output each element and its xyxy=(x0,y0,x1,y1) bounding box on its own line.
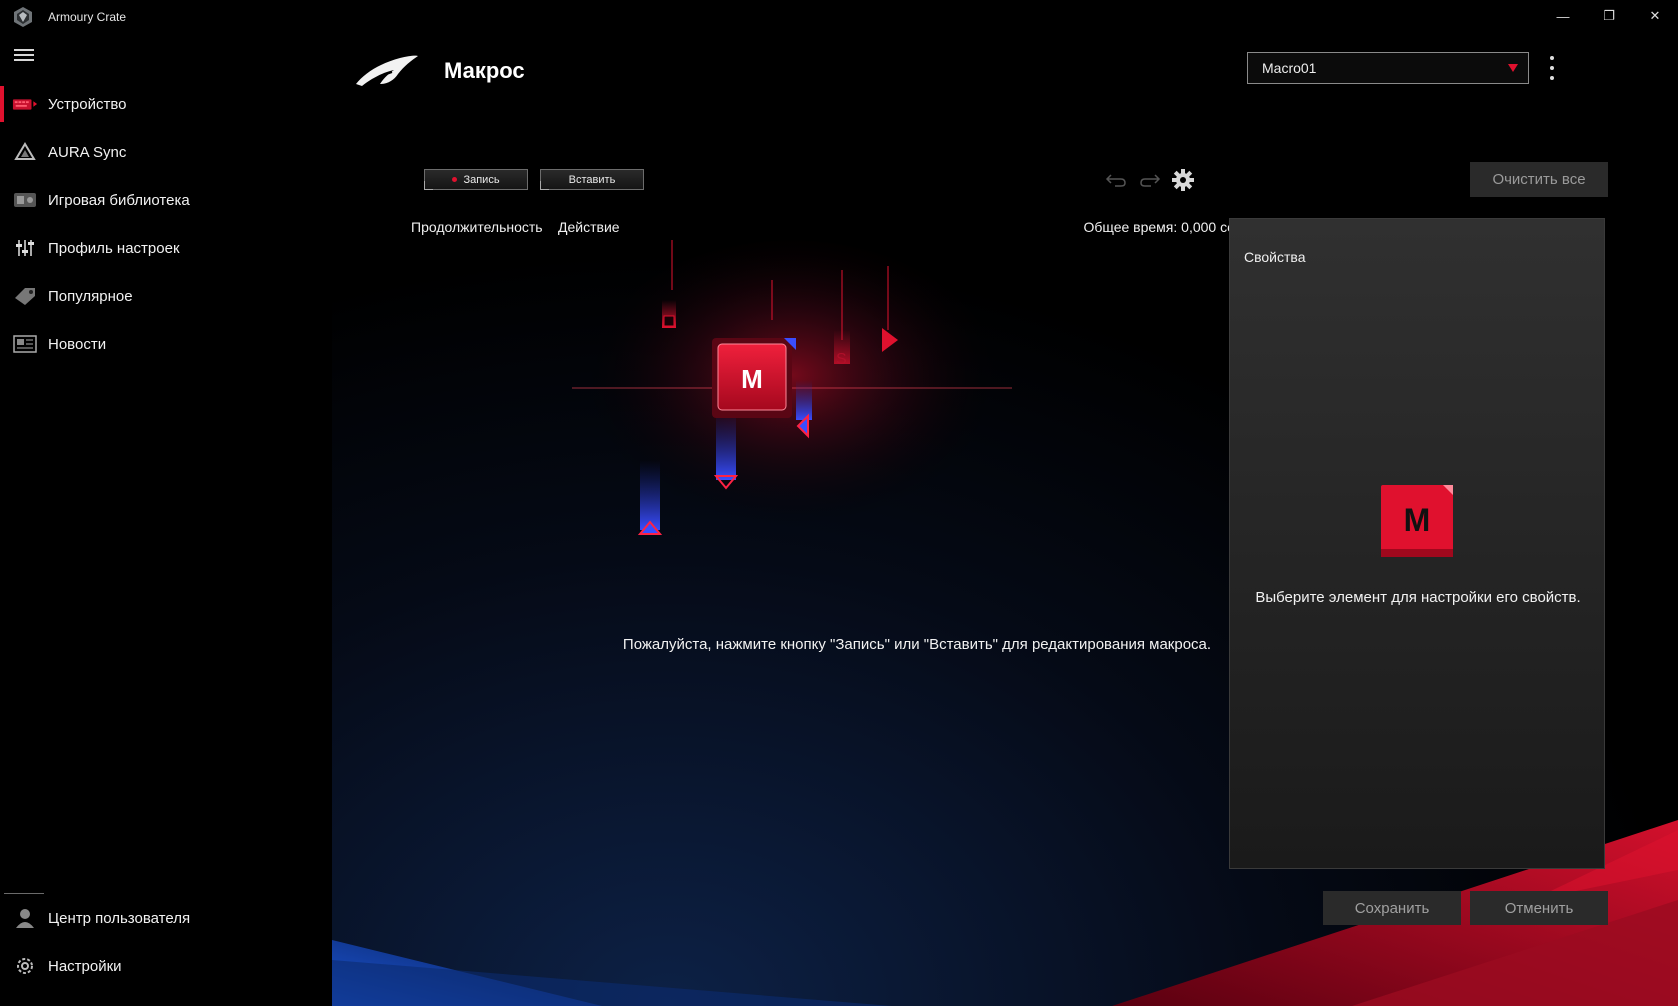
macro-key-icon: M xyxy=(1381,485,1453,557)
sidebar-item-label: Устройство xyxy=(48,95,127,113)
restore-icon[interactable]: ❐ xyxy=(1586,0,1632,32)
column-action: Действие xyxy=(558,219,620,235)
clear-all-button[interactable]: Очистить все xyxy=(1470,162,1608,197)
sidebar: Armoury Crate Устройство AURA Sync Игров… xyxy=(0,0,332,1006)
sidebar-item-label: Настройки xyxy=(48,957,122,975)
sidebar-item-featured[interactable]: Популярное xyxy=(0,272,332,320)
insert-label: Вставить xyxy=(568,173,616,186)
tag-icon xyxy=(12,285,38,307)
hero-key-letter: M xyxy=(741,364,763,394)
gamepad-icon xyxy=(12,189,38,211)
macro-profile-value: Macro01 xyxy=(1262,60,1317,76)
sidebar-item-label: Игровая библиотека xyxy=(48,191,190,209)
insert-button[interactable]: Вставить xyxy=(540,169,644,190)
cancel-button[interactable]: Отменить xyxy=(1470,891,1608,925)
keyboard-icon xyxy=(12,93,38,115)
sidebar-item-label: Профиль настроек xyxy=(48,239,180,257)
sidebar-item-label: Центр пользователя xyxy=(48,909,191,927)
sidebar-nav: Устройство AURA Sync Игровая библиотека … xyxy=(0,80,332,368)
page-title: Макрос xyxy=(444,58,525,83)
record-label: Запись xyxy=(463,173,500,186)
sidebar-item-device[interactable]: Устройство xyxy=(0,80,332,128)
undo-redo-group xyxy=(1104,170,1162,190)
undo-icon[interactable] xyxy=(1104,170,1128,190)
main-content: Макрос Macro01 Запись Вставить Очистить … xyxy=(332,0,1678,1006)
properties-panel: Свойства M Выберите элемент для настройк… xyxy=(1229,218,1605,869)
sidebar-item-aura-sync[interactable]: AURA Sync xyxy=(0,128,332,176)
total-time: Общее время: 0,000 сек xyxy=(1083,219,1241,235)
svg-text:S: S xyxy=(836,351,847,368)
hamburger-menu-icon[interactable] xyxy=(14,49,34,63)
user-icon xyxy=(12,907,38,929)
sidebar-bottom-nav: Центр пользователя Настройки xyxy=(0,894,332,990)
properties-key-letter: M xyxy=(1404,502,1431,538)
active-indicator xyxy=(0,86,4,122)
aura-icon xyxy=(12,141,38,163)
sidebar-item-settings[interactable]: Настройки xyxy=(0,942,332,990)
app-title: Armoury Crate xyxy=(48,10,127,24)
macro-illustration: S M xyxy=(572,240,1012,540)
more-options-icon[interactable] xyxy=(1547,56,1557,80)
rog-logo-icon xyxy=(356,55,418,86)
record-dot-icon xyxy=(452,177,458,182)
armoury-crate-logo-icon xyxy=(14,7,32,27)
sliders-icon xyxy=(12,237,38,259)
news-icon xyxy=(12,333,38,355)
settings-gear-icon[interactable] xyxy=(1171,168,1195,192)
properties-title: Свойства xyxy=(1244,249,1306,265)
properties-hint: Выберите элемент для настройки его свойс… xyxy=(1255,589,1581,606)
redo-icon[interactable] xyxy=(1138,170,1162,190)
sidebar-item-label: Популярное xyxy=(48,287,133,305)
sidebar-item-label: AURA Sync xyxy=(48,143,127,161)
window-controls: — ❐ ✕ xyxy=(1540,0,1678,32)
sidebar-item-scenario-profiles[interactable]: Профиль настроек xyxy=(0,224,332,272)
sidebar-item-user-center[interactable]: Центр пользователя xyxy=(0,894,332,942)
macro-profile-dropdown[interactable]: Macro01 xyxy=(1247,52,1529,84)
sidebar-item-game-library[interactable]: Игровая библиотека xyxy=(0,176,332,224)
column-duration: Продолжительность xyxy=(411,219,543,235)
chevron-down-icon xyxy=(1508,64,1518,72)
save-button[interactable]: Сохранить xyxy=(1323,891,1461,925)
sidebar-item-label: Новости xyxy=(48,335,107,353)
record-button[interactable]: Запись xyxy=(424,169,528,190)
app-title-bar: Armoury Crate xyxy=(12,6,126,28)
close-icon[interactable]: ✕ xyxy=(1632,0,1678,32)
sidebar-item-news[interactable]: Новости xyxy=(0,320,332,368)
gear-icon xyxy=(12,955,38,977)
minimize-icon[interactable]: — xyxy=(1540,0,1586,32)
